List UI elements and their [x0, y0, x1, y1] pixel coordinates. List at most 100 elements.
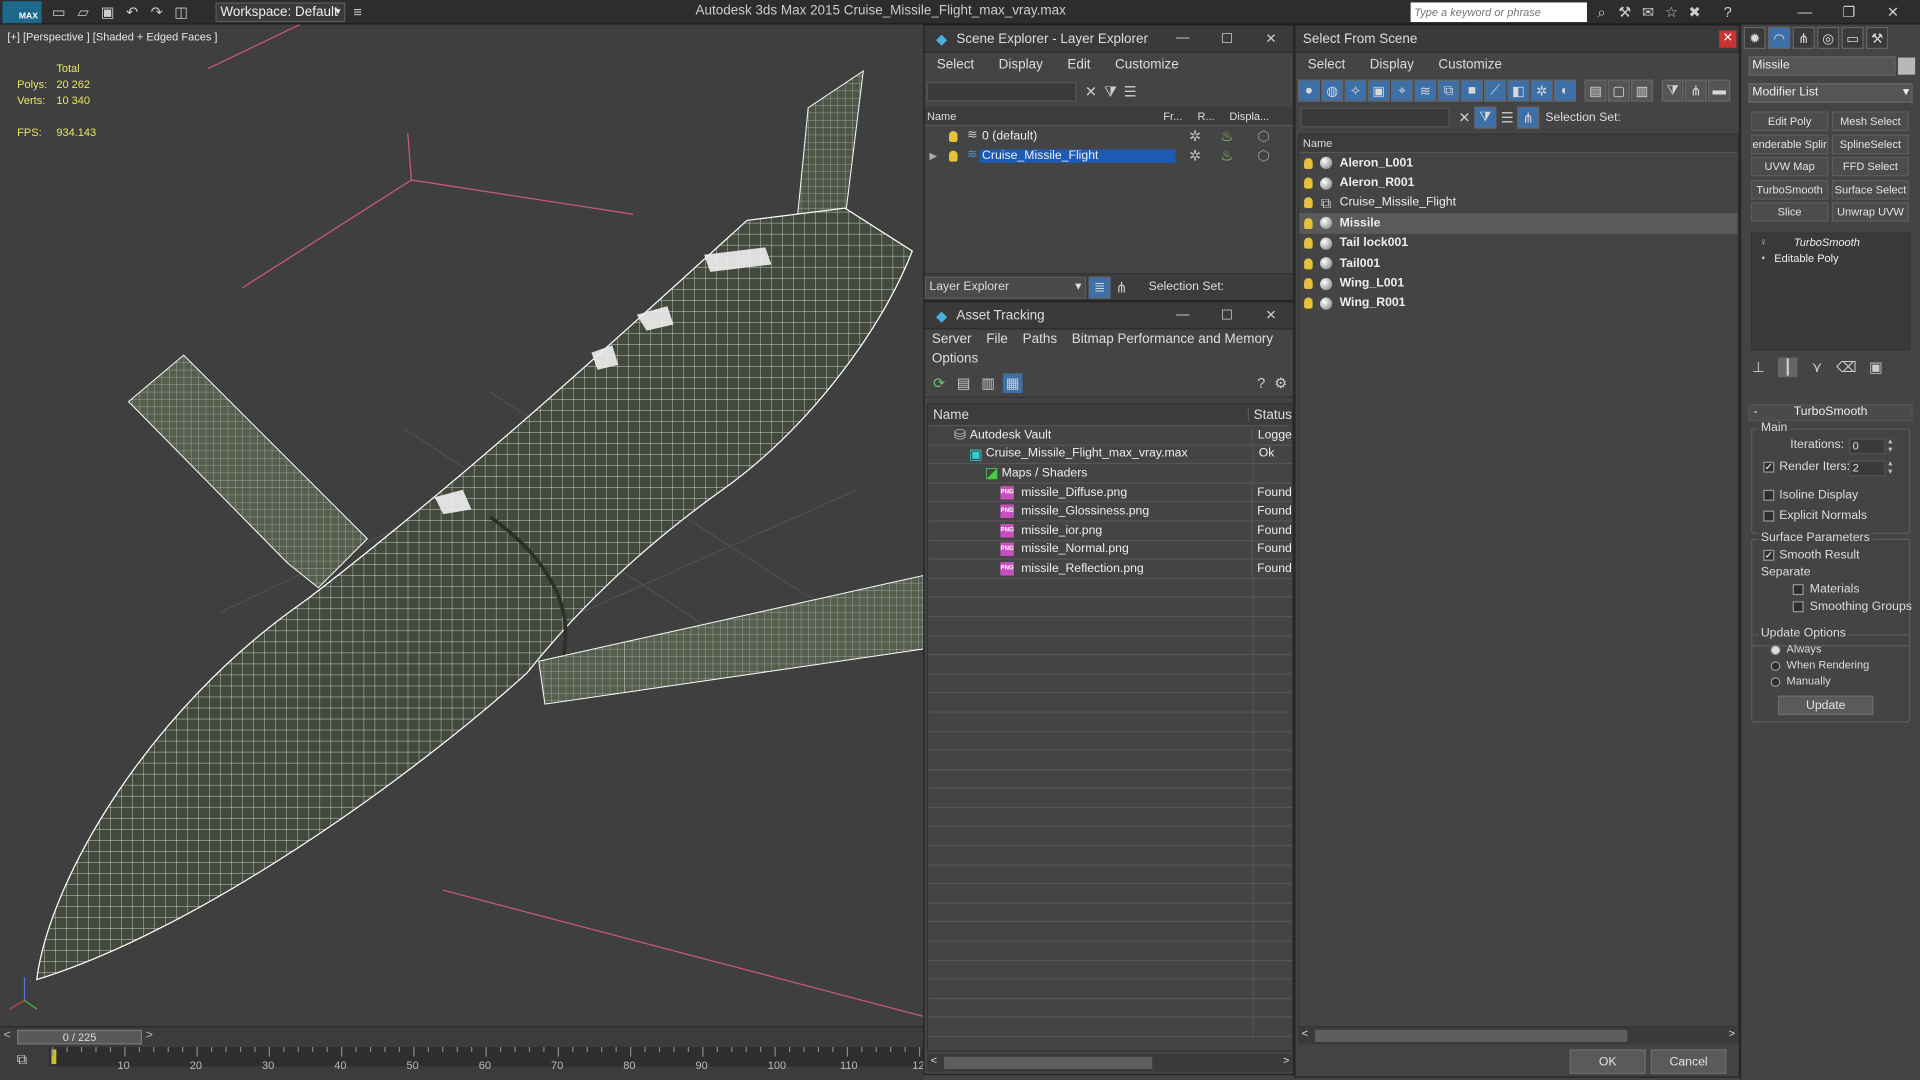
filter-icon[interactable]: ⧩ — [1101, 82, 1121, 102]
render-iters-checkbox[interactable]: ✓ — [1763, 461, 1775, 473]
bulb-icon[interactable] — [1304, 277, 1313, 290]
scene-object-name[interactable]: Tail001 — [1340, 257, 1381, 270]
table-view-icon[interactable]: ▦ — [1002, 372, 1023, 393]
menu-server[interactable]: Server — [924, 332, 978, 347]
select-hscrollbar[interactable]: < > — [1297, 1027, 1739, 1045]
hierarchy-active-icon[interactable]: ⋔ — [1517, 106, 1540, 129]
close-icon[interactable]: ✕ — [1249, 307, 1293, 324]
menu-options[interactable]: Options — [924, 351, 985, 366]
modify-tab-icon[interactable]: ◠ — [1768, 26, 1791, 49]
create-tab-icon[interactable]: ✹ — [1743, 26, 1766, 49]
list-view-icon[interactable]: ▤ — [954, 373, 974, 393]
maximize-icon[interactable]: ☐ — [1205, 31, 1249, 47]
display-geometry-icon[interactable]: ● — [1297, 79, 1321, 102]
when-rendering-radio[interactable] — [1770, 661, 1781, 672]
scroll-thumb[interactable] — [944, 1056, 1153, 1069]
asset-row[interactable]: PNG missile_Diffuse.png Found — [928, 483, 1292, 503]
close-icon[interactable]: ✕ — [1871, 4, 1915, 21]
layer-row[interactable]: ≋ 0 (default) ✲ ♨ ⬡ — [924, 126, 1293, 146]
modifier-button[interactable]: TurboSmooth — [1751, 179, 1829, 200]
pin-stack-icon[interactable]: ⊥ — [1749, 358, 1769, 378]
display-groups-icon[interactable]: ⧉ — [1437, 79, 1460, 102]
viewport-label[interactable]: [+] [Perspective ] [Shaded + Edged Faces… — [7, 31, 217, 43]
redo-icon[interactable]: ↷ — [147, 2, 167, 22]
bulb-icon[interactable] — [948, 150, 958, 162]
display-xrefs-icon[interactable]: ■ — [1460, 79, 1483, 102]
layers-icon[interactable]: ☰ — [1498, 108, 1518, 128]
modifier-button[interactable]: Mesh Select — [1831, 111, 1909, 132]
hierarchy-mode-icon[interactable]: ⋔ — [1112, 277, 1132, 297]
maximize-icon[interactable]: ☐ — [1205, 307, 1249, 324]
mini-curve-editor-icon[interactable]: ⧉ — [12, 1049, 32, 1069]
column-name[interactable]: Name — [924, 110, 1163, 122]
minimize-icon[interactable]: — — [1161, 307, 1205, 323]
modifier-button[interactable]: Surface Select — [1831, 179, 1909, 200]
menu-file[interactable]: File — [979, 332, 1015, 347]
exchange-icon[interactable]: ✖ — [1685, 2, 1705, 22]
scene-object-name[interactable]: Missile — [1340, 217, 1381, 230]
prev-frame-icon[interactable]: < — [4, 1029, 11, 1042]
scene-object-row[interactable]: Aleron_R001 — [1299, 173, 1737, 193]
scroll-right-icon[interactable]: > — [1729, 1027, 1735, 1039]
layer-name[interactable]: 0 (default) — [980, 129, 1176, 142]
scroll-right-icon[interactable]: > — [1283, 1054, 1289, 1066]
select-invert-icon[interactable]: ▥ — [1631, 79, 1654, 102]
scene-object-name[interactable]: Wing_R001 — [1340, 297, 1406, 310]
make-unique-icon[interactable]: ⋎ — [1807, 358, 1827, 378]
menu-customize[interactable]: Customize — [1103, 58, 1191, 73]
perspective-viewport[interactable]: [+] [Perspective ] [Shaded + Edged Faces… — [0, 24, 924, 1027]
configure-sets-icon[interactable]: ▣ — [1866, 358, 1886, 378]
column-display[interactable]: Displa... — [1229, 110, 1278, 122]
display-tab-icon[interactable]: ▭ — [1841, 26, 1864, 49]
favorites-icon[interactable]: ☆ — [1662, 2, 1682, 22]
bulb-icon[interactable] — [1304, 177, 1313, 189]
filter-icon[interactable]: ⧩ — [1661, 79, 1684, 102]
select-from-scene-titlebar[interactable]: Select From Scene ✕ — [1295, 25, 1739, 53]
scene-object-row[interactable]: Tail lock001 — [1299, 233, 1737, 253]
display-hidden-icon[interactable]: ◐ — [1553, 79, 1576, 102]
asset-row[interactable]: ◪ Maps / Shaders — [928, 464, 1292, 484]
next-frame-icon[interactable]: > — [146, 1029, 153, 1042]
column-status[interactable]: Status — [1249, 407, 1292, 422]
collapse-icon[interactable]: ▬ — [1708, 79, 1731, 102]
freeze-icon[interactable]: ✲ — [1185, 126, 1205, 146]
menu-display[interactable]: Display — [1357, 58, 1426, 73]
display-containers-icon[interactable]: ◧ — [1507, 79, 1530, 102]
app-logo[interactable]: MAX — [2, 1, 42, 24]
asset-tracking-titlebar[interactable]: ◆ Asset Tracking — ☐ ✕ — [924, 302, 1294, 330]
display-cameras-icon[interactable]: ▣ — [1367, 79, 1390, 102]
select-none-icon[interactable]: ▢ — [1607, 79, 1630, 102]
project-folder-icon[interactable]: ◫ — [171, 2, 191, 22]
scene-object-row[interactable]: Wing_L001 — [1299, 273, 1737, 293]
scene-object-row[interactable]: Wing_R001 — [1299, 294, 1737, 314]
update-button[interactable]: Update — [1777, 695, 1874, 716]
hierarchy-icon[interactable]: ⋔ — [1684, 79, 1707, 102]
freeze-icon[interactable]: ✲ — [1185, 146, 1205, 166]
remove-modifier-icon[interactable]: ⌫ — [1836, 358, 1857, 378]
asset-row[interactable]: ⛁ Autodesk Vault Logge — [928, 426, 1292, 446]
time-slider[interactable]: 0 / 225 — [17, 1029, 143, 1045]
hierarchy-tab-icon[interactable]: ⋔ — [1792, 26, 1815, 49]
communication-icon[interactable]: ✉ — [1638, 2, 1658, 22]
filter-active-icon[interactable]: ⧩ — [1474, 106, 1497, 129]
display-box-icon[interactable]: ⬡ — [1254, 126, 1274, 146]
display-box-icon[interactable]: ⬡ — [1254, 146, 1274, 166]
modifier-button[interactable]: enderable Splir — [1751, 134, 1829, 154]
scene-object-row[interactable]: Aleron_L001 — [1299, 153, 1737, 173]
modifier-stack-item[interactable]: ♀ TurboSmooth — [1752, 234, 1909, 250]
scroll-thumb[interactable] — [1315, 1029, 1628, 1043]
settings-icon[interactable]: ⚙ — [1271, 373, 1291, 393]
asset-row[interactable]: ▣ Cruise_Missile_Flight_max_vray.max Ok — [928, 445, 1292, 465]
utilities-tab-icon[interactable]: ⚒ — [1866, 26, 1889, 49]
select-find-input[interactable] — [1300, 107, 1450, 128]
modifier-button[interactable]: Unwrap UVW — [1831, 202, 1909, 223]
show-end-result-icon[interactable]: ┃ — [1777, 357, 1798, 378]
detail-view-icon[interactable]: ▥ — [978, 373, 998, 393]
close-icon[interactable]: ✕ — [1249, 31, 1293, 47]
menu-bitmap-performance[interactable]: Bitmap Performance and Memory — [1064, 332, 1280, 347]
modifier-button[interactable]: Slice — [1751, 202, 1829, 223]
isoline-display-checkbox[interactable] — [1763, 489, 1775, 501]
asset-row[interactable]: PNG missile_Normal.png Found — [928, 540, 1292, 560]
display-helpers-icon[interactable]: ⌖ — [1391, 79, 1414, 102]
iterations-spinner[interactable]: 0 — [1848, 438, 1886, 455]
